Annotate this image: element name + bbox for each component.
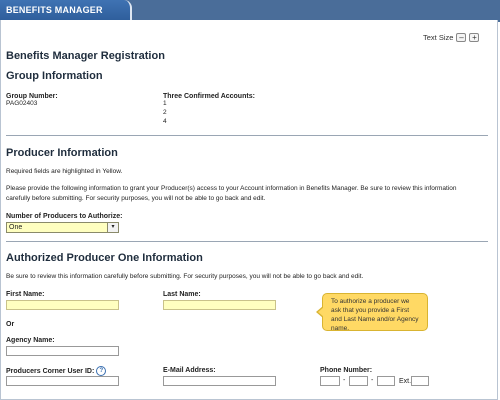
first-name-field[interactable] xyxy=(6,300,119,310)
help-icon[interactable]: ? xyxy=(96,366,107,376)
authorize-tooltip: To authorize a producer we ask that you … xyxy=(316,293,428,332)
page-title: Benefits Manager Registration xyxy=(6,50,165,62)
agency-name-label: Agency Name: xyxy=(6,337,55,344)
tab-benefits-manager-registration[interactable]: BENEFITS MANAGER REGISTRATION xyxy=(0,0,132,35)
text-size-label: Text Size xyxy=(423,33,454,42)
group-heading: Group Information xyxy=(6,70,103,82)
or-label: Or xyxy=(6,321,15,328)
text-size-decrease-button[interactable]: – xyxy=(456,33,467,42)
user-id-label-text: Producers Corner User ID: xyxy=(6,367,95,375)
group-number-value: PAG02403 xyxy=(6,100,38,107)
text-size-control: Text Size – + xyxy=(423,33,480,42)
producer-heading: Producer Information xyxy=(6,147,118,159)
producer-count-value: One xyxy=(9,224,23,231)
phone-label: Phone Number: xyxy=(320,367,373,374)
ext-label: Ext. xyxy=(399,378,412,385)
user-id-field[interactable] xyxy=(6,376,119,386)
email-field[interactable] xyxy=(163,376,276,386)
last-name-field[interactable] xyxy=(163,300,276,310)
first-name-label: First Name: xyxy=(6,291,45,298)
producer-instructions: Please provide the following information… xyxy=(6,185,457,202)
divider xyxy=(6,135,488,136)
phone-separator: - xyxy=(371,377,374,384)
account-item: 4 xyxy=(163,118,167,125)
user-id-label: Producers Corner User ID:? xyxy=(6,366,107,376)
chevron-down-icon[interactable]: ▾ xyxy=(107,223,118,232)
phone-line-field[interactable] xyxy=(377,376,395,386)
required-note: Required fields are highlighted in Yello… xyxy=(6,168,123,175)
text-size-increase-button[interactable]: + xyxy=(469,33,480,42)
phone-area-code-field[interactable] xyxy=(320,376,340,386)
divider xyxy=(6,241,488,242)
accounts-label: Three Confirmed Accounts: xyxy=(163,93,255,100)
top-bar: BENEFITS MANAGER REGISTRATION xyxy=(0,0,500,35)
phone-ext-field[interactable] xyxy=(411,376,429,386)
producer-count-label: Number of Producers to Authorize: xyxy=(6,213,123,220)
email-label: E-Mail Address: xyxy=(163,367,216,374)
authorized-heading: Authorized Producer One Information xyxy=(6,252,203,264)
agency-name-field[interactable] xyxy=(6,346,119,356)
producer-count-select[interactable]: One ▾ xyxy=(6,222,119,233)
phone-separator: - xyxy=(343,377,346,384)
phone-prefix-field[interactable] xyxy=(349,376,368,386)
last-name-label: Last Name: xyxy=(163,291,201,298)
authorized-note: Be sure to review this information caref… xyxy=(6,273,364,280)
